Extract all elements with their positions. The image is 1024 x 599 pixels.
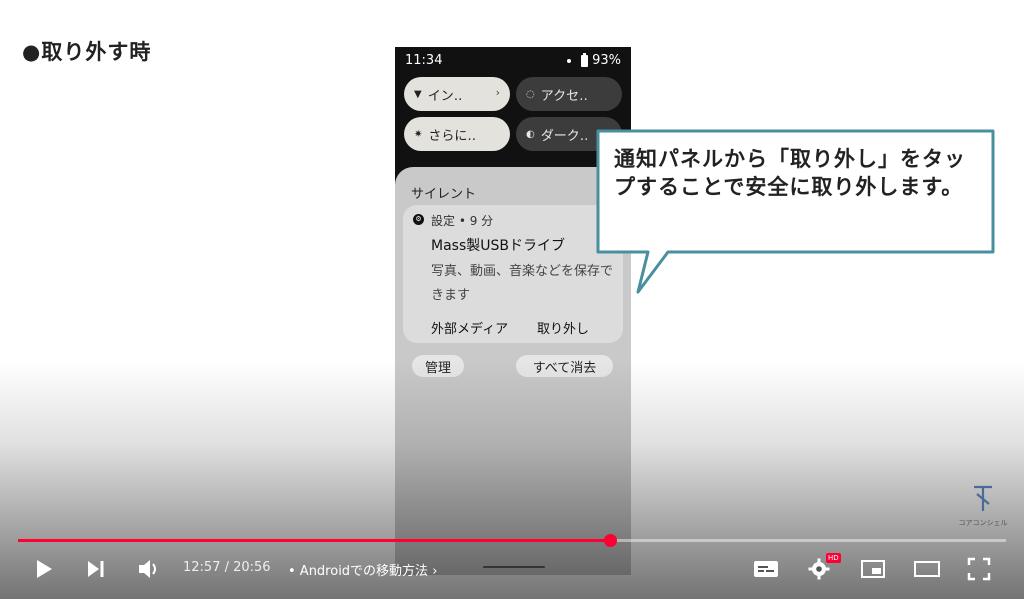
chapter-title[interactable]: • Androidでの移動方法 › (288, 560, 437, 579)
hd-badge: HD (826, 553, 841, 563)
theater-mode-icon[interactable] (913, 558, 941, 580)
time-display: 12:57 / 20:56 (183, 560, 271, 575)
volume-icon[interactable] (137, 558, 161, 580)
callout-text: 通知パネルから「取り外し」をタップすることで安全に取り外します。 (614, 147, 966, 199)
channel-logo[interactable]: コアコンシェル (955, 484, 1011, 528)
miniplayer-icon[interactable] (860, 558, 886, 580)
play-icon[interactable] (33, 558, 55, 580)
video-frame[interactable]: ●取り外す時 11:34 93% ▼ イン‥ › ◌ アクセ‥ ✷ さらに‥ ◐… (0, 0, 1024, 599)
subtitles-icon[interactable] (753, 558, 779, 580)
next-video-icon[interactable] (85, 558, 107, 580)
fullscreen-icon[interactable] (967, 557, 991, 581)
logo-caption: コアコンシェル (958, 519, 1008, 527)
phone-home-indicator (483, 566, 545, 568)
progress-bar[interactable] (18, 539, 1006, 542)
progress-played (18, 539, 611, 542)
logo-icon (974, 485, 992, 511)
callout-bubble (596, 129, 995, 294)
